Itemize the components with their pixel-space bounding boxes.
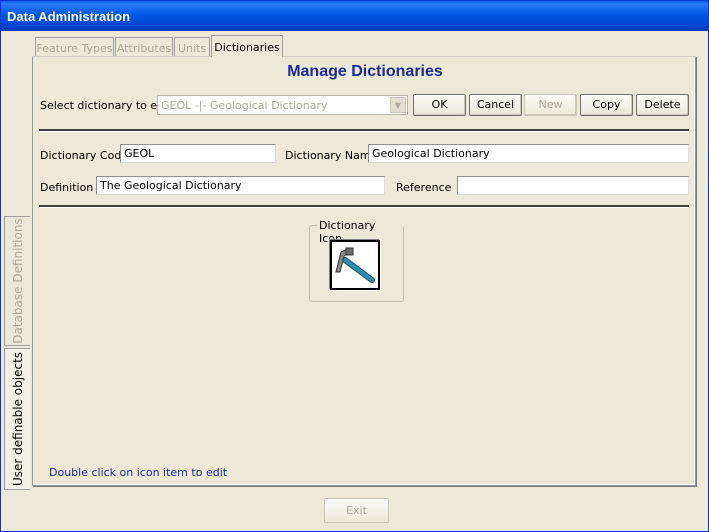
side-tab-label: Database Definitions	[10, 218, 25, 344]
tab-dictionaries[interactable]: Dictionaries	[211, 35, 283, 57]
panel-title: Manage Dictionaries	[287, 63, 443, 80]
geology-hammer-icon	[335, 247, 375, 283]
tab-attributes[interactable]: Attributes	[115, 37, 173, 57]
divider	[39, 129, 689, 132]
dictionary-code-label: Dictionary Code	[40, 149, 129, 162]
copy-button[interactable]: Copy	[580, 94, 633, 116]
reference-field[interactable]	[457, 176, 689, 195]
select-dictionary-label: Select dictionary to edit	[40, 99, 172, 112]
window-title: Data Administration	[7, 9, 131, 24]
tab-feature-types[interactable]: Feature Types	[35, 37, 114, 57]
new-button[interactable]: New	[524, 94, 577, 116]
definition-field[interactable]: The Geological Dictionary	[96, 176, 385, 195]
dictionary-select-value: GEOL -|- Geological Dictionary	[161, 99, 328, 112]
divider	[39, 205, 689, 208]
definition-label: Definition	[40, 181, 94, 194]
cancel-button[interactable]: Cancel	[469, 94, 522, 116]
ok-button[interactable]: OK	[413, 94, 466, 116]
dictionary-name-label: Dictionary Name	[285, 149, 378, 162]
chevron-down-icon[interactable]: ▼	[390, 97, 406, 113]
dictionaries-panel: Manage Dictionaries Select dictionary to…	[32, 56, 696, 486]
tab-label: Attributes	[116, 42, 172, 55]
dictionary-name-field[interactable]: Geological Dictionary	[368, 144, 689, 163]
title-bar[interactable]: Data Administration	[1, 1, 708, 31]
tab-label: Dictionaries	[214, 41, 280, 54]
dictionary-select[interactable]: GEOL -|- Geological Dictionary ▼	[157, 95, 408, 115]
data-administration-window: Data Administration Database Definitions…	[0, 0, 709, 532]
tab-label: Feature Types	[36, 42, 113, 55]
tab-label: Units	[177, 42, 207, 55]
delete-button[interactable]: Delete	[636, 94, 689, 116]
hint-text: Double click on icon item to edit	[49, 466, 228, 479]
side-tab-label: User definable objects	[10, 351, 25, 487]
side-tab-user-definable-objects[interactable]: User definable objects	[4, 348, 30, 490]
dictionary-icon-group: Dictionary Icon	[309, 219, 404, 302]
dictionary-code-field[interactable]: GEOL	[120, 144, 276, 163]
reference-label: Reference	[396, 181, 452, 194]
tab-units[interactable]: Units	[174, 37, 210, 57]
side-tab-strip: Database Definitions User definable obje…	[4, 216, 30, 491]
exit-button[interactable]: Exit	[324, 498, 389, 523]
dictionary-icon-well[interactable]	[330, 240, 380, 290]
side-tab-database-definitions[interactable]: Database Definitions	[4, 216, 30, 346]
